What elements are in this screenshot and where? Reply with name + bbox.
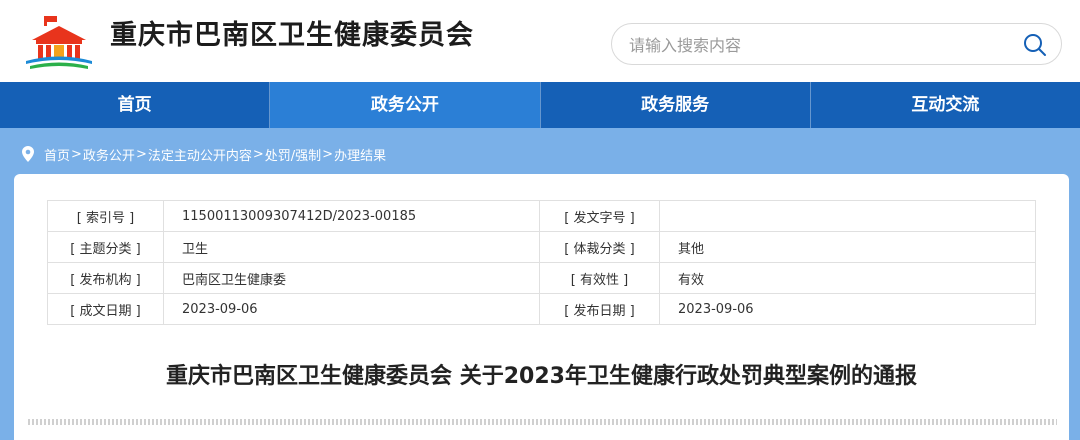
publish-date-label: [ 发布日期 ] [539, 293, 660, 325]
breadcrumb-item-statutory-disclosure[interactable]: 法定主动公开内容 [148, 145, 252, 164]
main-nav: 首页 政务公开 政务服务 互动交流 [0, 82, 1080, 128]
validity-label: [ 有效性 ] [539, 262, 660, 294]
document-metadata-table: [ 索引号 ] 11500113009307412D/2023-00185 [ … [47, 200, 1036, 325]
nav-item-home[interactable]: 首页 [0, 82, 269, 128]
written-date-value: 2023-09-06 [163, 293, 540, 325]
document-number-label: [ 发文字号 ] [539, 200, 660, 232]
breadcrumb-item-penalty[interactable]: 处罚/强制 [265, 145, 321, 164]
search-icon[interactable] [1022, 32, 1048, 58]
table-row: [ 主题分类 ] 卫生 [ 体裁分类 ] 其他 [47, 231, 1036, 263]
topic-category-value: 卫生 [163, 231, 540, 263]
genre-category-value: 其他 [659, 231, 1036, 263]
index-number-value: 11500113009307412D/2023-00185 [163, 200, 540, 232]
title-divider [28, 419, 1057, 425]
breadcrumb-separator: > [71, 146, 82, 162]
document-number-value [659, 200, 1036, 232]
publisher-value: 巴南区卫生健康委 [163, 262, 540, 294]
written-date-label: [ 成文日期 ] [47, 293, 164, 325]
nav-item-government-affairs-disclosure[interactable]: 政务公开 [270, 82, 540, 128]
index-number-label: [ 索引号 ] [47, 200, 164, 232]
breadcrumb-item-results[interactable]: 办理结果 [334, 145, 386, 164]
table-row: [ 成文日期 ] 2023-09-06 [ 发布日期 ] 2023-09-06 [47, 293, 1036, 325]
publisher-label: [ 发布机构 ] [47, 262, 164, 294]
search-input[interactable] [629, 33, 1009, 57]
breadcrumb-item-government-affairs[interactable]: 政务公开 [83, 145, 135, 164]
breadcrumb-item-home[interactable]: 首页 [44, 145, 70, 164]
breadcrumb-separator: > [252, 146, 264, 162]
table-row: [ 发布机构 ] 巴南区卫生健康委 [ 有效性 ] 有效 [47, 262, 1036, 294]
document-title: 重庆市巴南区卫生健康委员会 关于2023年卫生健康行政处罚典型案例的通报 [166, 364, 917, 389]
table-row: [ 索引号 ] 11500113009307412D/2023-00185 [ … [47, 200, 1036, 232]
government-emblem-icon[interactable] [22, 14, 96, 70]
site-title[interactable]: 重庆市巴南区卫生健康委员会 [110, 18, 474, 54]
nav-item-interaction[interactable]: 互动交流 [811, 82, 1080, 128]
breadcrumb-separator: > [322, 146, 334, 162]
nav-item-government-services[interactable]: 政务服务 [541, 82, 810, 128]
validity-value: 有效 [659, 262, 1036, 294]
article-card: [ 索引号 ] 11500113009307412D/2023-00185 [ … [14, 174, 1069, 440]
breadcrumb-separator: > [135, 146, 147, 162]
publish-date-value: 2023-09-06 [659, 293, 1036, 325]
topic-category-label: [ 主题分类 ] [47, 231, 164, 263]
site-header: 重庆市巴南区卫生健康委员会 [0, 0, 1080, 82]
search-box [611, 23, 1062, 65]
location-pin-icon [22, 146, 34, 162]
genre-category-label: [ 体裁分类 ] [539, 231, 660, 263]
breadcrumb: 首页 > 政务公开 > 法定主动公开内容 > 处罚/强制 > 办理结果 [22, 144, 386, 164]
